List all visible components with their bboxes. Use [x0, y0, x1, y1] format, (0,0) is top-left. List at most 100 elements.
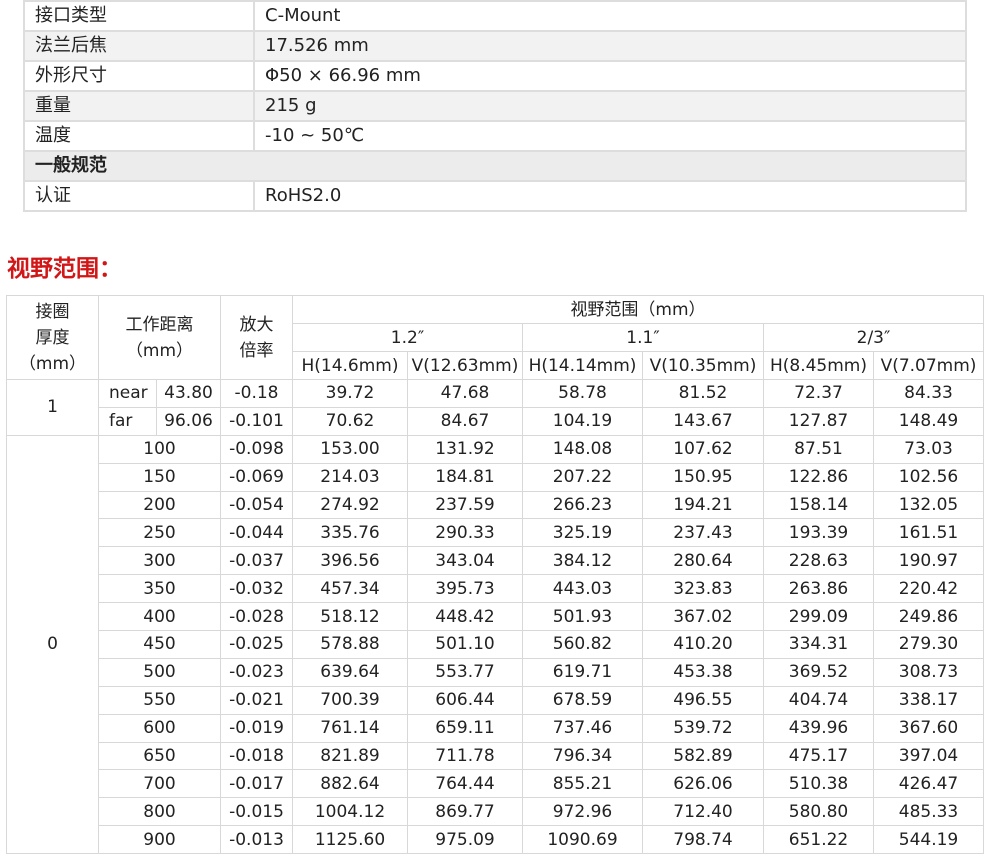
header-sensor-size: 1.1″	[522, 323, 764, 352]
header-mag-line: 倍率	[239, 340, 274, 361]
fov-value-cell: 518.12	[292, 602, 408, 632]
fov-value-cell: 700.39	[292, 685, 408, 715]
fov-value-cell: 122.86	[763, 462, 874, 492]
spec-row: 重量 215 g	[23, 90, 967, 122]
mag-cell: -0.025	[220, 630, 293, 659]
table-row: 250 -0.044 335.76 290.33 325.19 237.43 193.39 1…	[7, 518, 984, 548]
fov-value-cell: 308.73	[873, 657, 984, 687]
wd-cell: 700	[98, 769, 221, 799]
fov-value-cell: 869.77	[407, 797, 523, 827]
fov-header-row: 接圈 厚度 （mm） 工作距离 （mm） 放大 倍率 视野范围（mm）	[6, 295, 984, 380]
wd-cell: 200	[98, 490, 221, 520]
table-row: 300 -0.037 396.56 343.04 384.12 280.64 228.63 1…	[7, 546, 984, 576]
spec-value: 17.526 mm	[253, 30, 967, 62]
mag-cell: -0.018	[220, 741, 293, 771]
fov-value-cell: 855.21	[522, 769, 643, 799]
fov-value-cell: 104.19	[522, 406, 643, 436]
fov-value-cell: 798.74	[642, 825, 764, 854]
fov-value-cell: 972.96	[522, 797, 643, 827]
header-fov-column: H(14.14mm)	[522, 351, 643, 380]
fov-value-cell: 501.93	[522, 602, 643, 632]
fov-value-cell: 161.51	[873, 518, 984, 548]
fov-value-cell: 443.03	[522, 574, 643, 604]
fov-value-cell: 678.59	[522, 685, 643, 715]
header-ring-line: 接圈	[35, 301, 70, 322]
spec-row: 法兰后焦 17.526 mm	[23, 30, 967, 62]
mag-cell: -0.044	[220, 518, 293, 548]
table-row: 350 -0.032 457.34 395.73 443.03 323.83 263.86 2…	[7, 574, 984, 604]
fov-value-cell: 280.64	[642, 546, 764, 576]
fov-value-cell: 404.74	[763, 685, 874, 715]
fov-value-cell: 131.92	[407, 434, 523, 464]
spec-row: 外形尺寸 Φ50 × 66.96 mm	[23, 60, 967, 92]
wd-cell: 350	[98, 574, 221, 604]
fov-value-cell: 220.42	[873, 574, 984, 604]
fov-value-cell: 84.67	[407, 406, 523, 436]
header-working-distance: 工作距离 （mm）	[98, 295, 221, 380]
header-mag-line: 放大	[239, 314, 274, 335]
wd-tag-cell: near	[98, 379, 157, 408]
wd-cell: 400	[98, 602, 221, 632]
fov-value-cell: 367.02	[642, 602, 764, 632]
fov-value-cell: 150.95	[642, 462, 764, 492]
fov-value-cell: 228.63	[763, 546, 874, 576]
fov-value-cell: 639.64	[292, 657, 408, 687]
fov-value-cell: 553.77	[407, 657, 523, 687]
wd-cell: 43.80	[156, 379, 221, 408]
table-row: 200 -0.054 274.92 237.59 266.23 194.21 158.14 1…	[7, 490, 984, 520]
fov-value-cell: 58.78	[522, 379, 643, 408]
spec-value: -10 ~ 50℃	[253, 120, 967, 152]
mag-cell: -0.032	[220, 574, 293, 604]
mag-cell: -0.098	[220, 434, 293, 464]
table-row: 1 near 43.80 -0.18 39.72 47.68 58.78 81.52 72.37…	[6, 379, 984, 436]
fov-value-cell: 539.72	[642, 713, 764, 743]
fov-value-cell: 290.33	[407, 518, 523, 548]
header-fov-column: V(12.63mm)	[407, 351, 523, 380]
fov-table: 接圈 厚度 （mm） 工作距离 （mm） 放大 倍率 视野范围（mm） 1.2″ 1.1″ 2/3″…	[6, 295, 984, 854]
fov-value-cell: 501.10	[407, 630, 523, 659]
mag-cell: -0.013	[220, 825, 293, 854]
fov-value-cell: 410.20	[642, 630, 764, 659]
fov-value-cell: 510.38	[763, 769, 874, 799]
fov-value-cell: 107.62	[642, 434, 764, 464]
fov-value-cell: 580.80	[763, 797, 874, 827]
mag-cell: -0.18	[220, 379, 293, 408]
wd-cell: 300	[98, 546, 221, 576]
fov-value-cell: 214.03	[292, 462, 408, 492]
ring-thickness-cell: 0	[6, 434, 99, 854]
fov-value-cell: 821.89	[292, 741, 408, 771]
fov-value-cell: 659.11	[407, 713, 523, 743]
table-row: 800 -0.015 1004.12 869.77 972.96 712.40 580.80…	[7, 797, 984, 827]
header-ring-line: 厚度	[35, 327, 70, 348]
fov-value-cell: 1125.60	[292, 825, 408, 854]
fov-value-cell: 761.14	[292, 713, 408, 743]
spec-key: 温度	[23, 120, 255, 152]
fov-value-cell: 619.71	[522, 657, 643, 687]
wd-cell: 150	[98, 462, 221, 492]
fov-value-cell: 582.89	[642, 741, 764, 771]
mag-cell: -0.069	[220, 462, 293, 492]
fov-value-cell: 249.86	[873, 602, 984, 632]
wd-cell: 96.06	[156, 406, 221, 436]
fov-value-cell: 453.38	[642, 657, 764, 687]
fov-value-cell: 737.46	[522, 713, 643, 743]
fov-value-cell: 764.44	[407, 769, 523, 799]
fov-value-cell: 279.30	[873, 630, 984, 659]
fov-value-cell: 190.97	[873, 546, 984, 576]
wd-tag-cell: far	[98, 406, 157, 436]
fov-value-cell: 84.33	[873, 379, 984, 408]
fov-value-cell: 975.09	[407, 825, 523, 854]
table-row: 150 -0.069 214.03 184.81 207.22 150.95 122.86 1…	[7, 462, 984, 492]
spec-value: C-Mount	[253, 0, 967, 32]
fov-value-cell: 882.64	[292, 769, 408, 799]
wd-cell: 650	[98, 741, 221, 771]
fov-value-cell: 651.22	[763, 825, 874, 854]
mag-cell: -0.015	[220, 797, 293, 827]
fov-value-cell: 796.34	[522, 741, 643, 771]
fov-value-cell: 207.22	[522, 462, 643, 492]
wd-cell: 450	[98, 630, 221, 659]
spec-section-title: 一般规范	[23, 150, 967, 182]
fov-value-cell: 102.56	[873, 462, 984, 492]
fov-value-cell: 560.82	[522, 630, 643, 659]
fov-value-cell: 70.62	[292, 406, 408, 436]
